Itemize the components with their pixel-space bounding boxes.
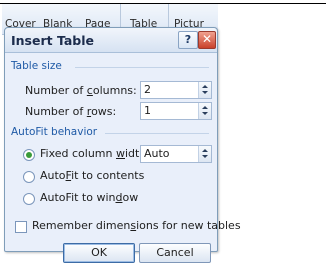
help-button[interactable]: ?	[178, 31, 198, 49]
close-icon: ✕	[201, 32, 213, 46]
fixed-width-value: Auto	[144, 147, 170, 160]
columns-label: Number of columns:	[25, 84, 137, 97]
autofit-divider	[105, 133, 209, 134]
insert-table-dialog: Insert Table ? ✕ Table size Number of co…	[4, 27, 241, 263]
rows-label: Number of rows:	[25, 105, 117, 118]
columns-value: 2	[144, 83, 151, 96]
rows-value: 1	[144, 104, 151, 117]
columns-stepper[interactable]: 2	[140, 81, 212, 99]
autofit-heading: AutoFit behavior	[11, 126, 98, 138]
fixed-width-spin-buttons[interactable]	[198, 146, 211, 162]
spin-up-icon[interactable]	[202, 149, 208, 152]
spin-down-icon[interactable]	[202, 155, 208, 158]
columns-spin-buttons[interactable]	[198, 82, 211, 98]
dialog-titlebar[interactable]: Insert Table ? ✕	[5, 28, 217, 53]
close-button[interactable]: ✕	[198, 31, 216, 49]
autofit-window-label[interactable]: AutoFit to window	[40, 191, 138, 204]
rows-stepper[interactable]: 1	[140, 102, 212, 120]
fixed-width-label[interactable]: Fixed column width:	[40, 147, 150, 160]
autofit-contents-radio[interactable]	[23, 171, 35, 183]
remember-dimensions-label[interactable]: Remember dimensions for new tables	[32, 219, 241, 232]
remember-dimensions-checkbox[interactable]	[15, 221, 27, 233]
ok-button[interactable]: OK	[63, 243, 135, 263]
spin-up-icon[interactable]	[202, 106, 208, 109]
help-icon: ?	[184, 33, 192, 46]
fixed-width-stepper[interactable]: Auto	[140, 145, 212, 163]
dialog-title: Insert Table	[11, 33, 95, 48]
autofit-window-radio[interactable]	[23, 193, 35, 205]
fixed-width-radio[interactable]	[23, 149, 35, 161]
table-size-heading: Table size	[11, 60, 62, 72]
spin-up-icon[interactable]	[202, 85, 208, 88]
cancel-button[interactable]: Cancel	[139, 243, 211, 263]
table-size-divider	[75, 67, 209, 68]
spin-down-icon[interactable]	[202, 112, 208, 115]
spin-down-icon[interactable]	[202, 91, 208, 94]
autofit-contents-label[interactable]: AutoFit to contents	[40, 169, 144, 182]
rows-spin-buttons[interactable]	[198, 103, 211, 119]
